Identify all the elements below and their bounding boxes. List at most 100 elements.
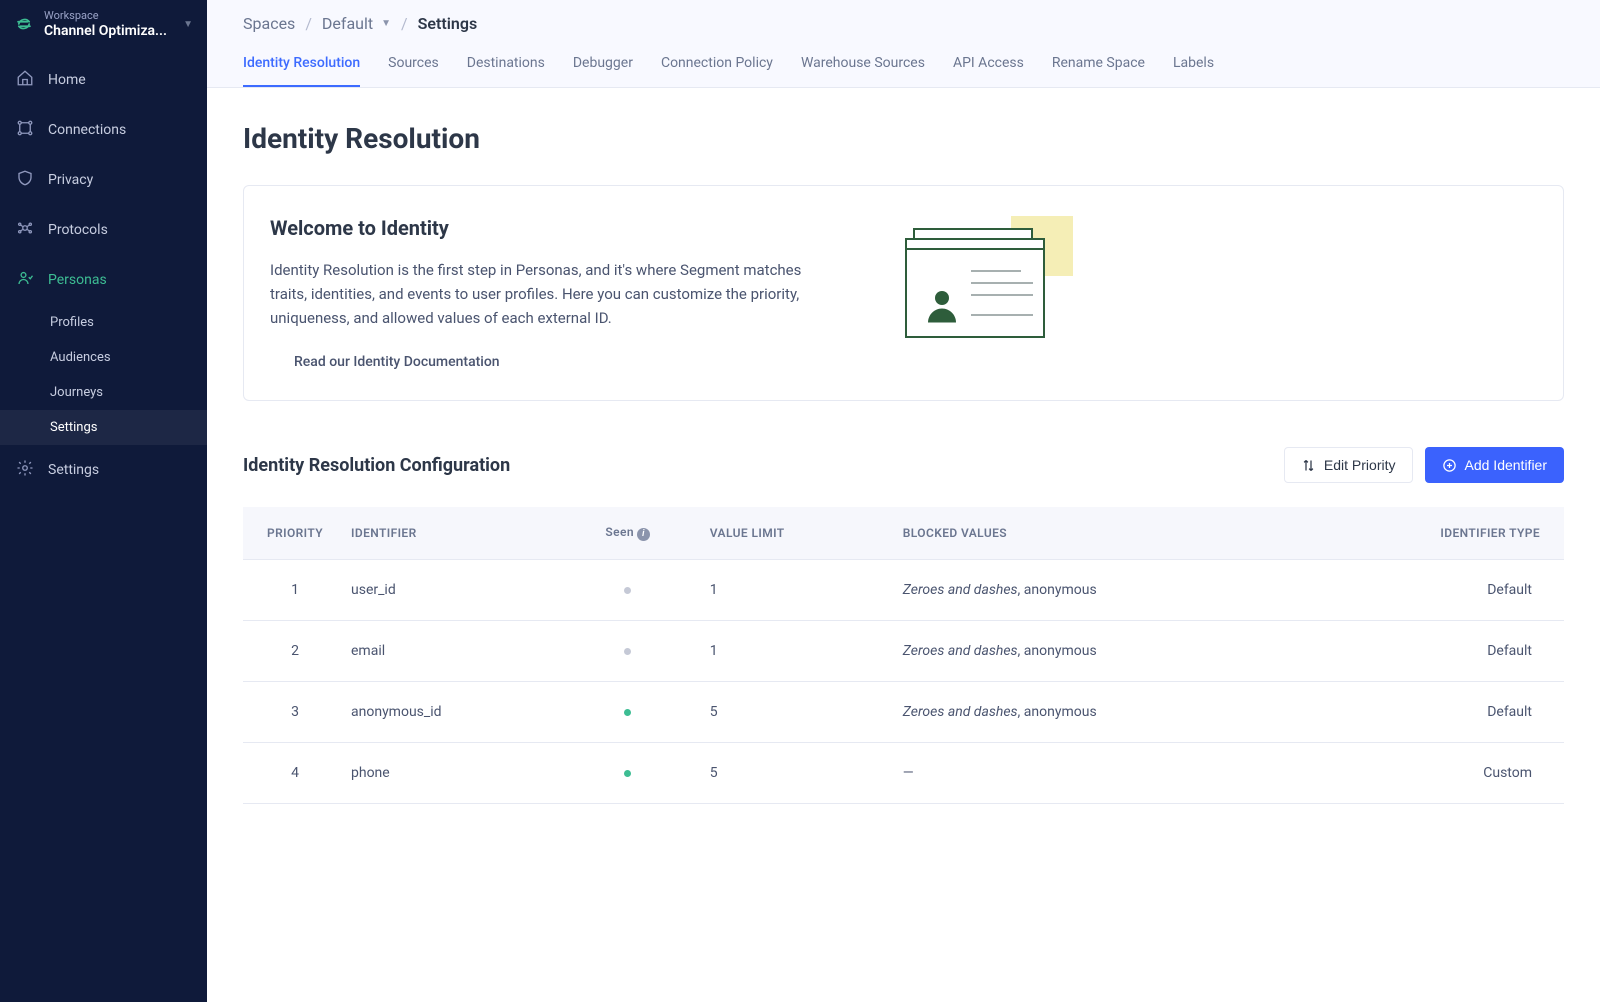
tab-warehouse-sources[interactable]: Warehouse Sources	[801, 55, 925, 87]
sidebar-item-protocols[interactable]: Protocols	[0, 205, 207, 255]
subnav-audiences[interactable]: Audiences	[0, 340, 207, 375]
sidebar-item-privacy[interactable]: Privacy	[0, 155, 207, 205]
chevron-down-icon: ▼	[183, 19, 193, 30]
cell-blocked-values: Zeroes and dashes, anonymous	[889, 559, 1306, 620]
page-title: Identity Resolution	[243, 122, 1564, 155]
cell-identifier: user_id	[337, 559, 560, 620]
cell-seen	[560, 559, 696, 620]
button-label: Add Identifier	[1465, 457, 1548, 473]
tab-connection-policy[interactable]: Connection Policy	[661, 55, 773, 87]
gear-icon	[16, 459, 34, 481]
cell-value-limit: 5	[696, 742, 889, 803]
tab-identity-resolution[interactable]: Identity Resolution	[243, 55, 360, 87]
tabs: Identity Resolution Sources Destinations…	[243, 55, 1564, 87]
cell-priority: 2	[243, 620, 337, 681]
status-dot-seen-icon	[624, 709, 631, 716]
home-icon	[16, 69, 34, 91]
button-label: Edit Priority	[1324, 457, 1396, 473]
sidebar-item-label: Connections	[48, 122, 126, 138]
sidebar-item-label: Settings	[48, 462, 99, 478]
blocked-values-italic: Zeroes and dashes	[903, 704, 1018, 720]
cell-value-limit: 1	[696, 620, 889, 681]
cell-blocked-values: Zeroes and dashes, anonymous	[889, 620, 1306, 681]
content: Identity Resolution Welcome to Identity …	[207, 88, 1600, 1002]
tab-debugger[interactable]: Debugger	[573, 55, 633, 87]
shield-icon	[16, 169, 34, 191]
cell-priority: 3	[243, 681, 337, 742]
tab-label: Connection Policy	[661, 55, 773, 71]
workspace-switcher[interactable]: Workspace Channel Optimiza... ▼	[0, 0, 207, 55]
breadcrumb-separator: /	[401, 14, 408, 33]
th-value-limit: Value Limit	[696, 507, 889, 559]
welcome-body: Identity Resolution is the first step in…	[270, 258, 830, 330]
blocked-values-rest: —	[903, 765, 914, 781]
protocols-icon	[16, 219, 34, 241]
cell-blocked-values: —	[889, 742, 1306, 803]
table-row[interactable]: 4phone 5 — Custom	[243, 742, 1564, 803]
subnav-label: Journeys	[50, 385, 103, 400]
segment-logo-icon	[14, 14, 34, 34]
status-dot-unseen-icon	[624, 648, 631, 655]
th-identifier: Identifier	[337, 507, 560, 559]
cell-priority: 1	[243, 559, 337, 620]
tab-labels[interactable]: Labels	[1173, 55, 1214, 87]
connections-icon	[16, 119, 34, 141]
table-row[interactable]: 2email1Zeroes and dashes, anonymousDefau…	[243, 620, 1564, 681]
sidebar-item-label: Privacy	[48, 172, 93, 188]
identity-doc-link[interactable]: Read our Identity Documentation	[294, 354, 500, 370]
tab-label: Destinations	[467, 55, 545, 71]
blocked-values-rest: , anonymous	[1018, 643, 1097, 659]
cell-identifier: phone	[337, 742, 560, 803]
breadcrumb: Spaces / Default ▼ / Settings	[243, 14, 1564, 33]
tab-sources[interactable]: Sources	[388, 55, 439, 87]
config-header-row: Identity Resolution Configuration Edit P…	[243, 447, 1564, 483]
chevron-down-icon: ▼	[381, 18, 391, 29]
cell-identifier-type: Default	[1305, 681, 1564, 742]
tab-label: Identity Resolution	[243, 55, 360, 71]
sidebar-item-home[interactable]: Home	[0, 55, 207, 105]
tab-label: Labels	[1173, 55, 1214, 71]
sidebar-item-personas[interactable]: Personas	[0, 255, 207, 305]
cell-value-limit: 1	[696, 559, 889, 620]
info-icon[interactable]: i	[637, 528, 650, 541]
blocked-values-rest: , anonymous	[1018, 704, 1097, 720]
tab-rename-space[interactable]: Rename Space	[1052, 55, 1145, 87]
blocked-values-italic: Zeroes and dashes	[903, 643, 1018, 659]
cell-identifier-type: Custom	[1305, 742, 1564, 803]
tab-api-access[interactable]: API Access	[953, 55, 1024, 87]
tab-label: Debugger	[573, 55, 633, 71]
edit-priority-button[interactable]: Edit Priority	[1284, 447, 1413, 483]
sidebar-item-connections[interactable]: Connections	[0, 105, 207, 155]
subnav-label: Settings	[50, 420, 97, 435]
cell-identifier: anonymous_id	[337, 681, 560, 742]
table-header-row: Priority Identifier Seeni Value Limit Bl…	[243, 507, 1564, 559]
cell-seen	[560, 620, 696, 681]
breadcrumb-space[interactable]: Default ▼	[322, 14, 391, 33]
workspace-label: Workspace	[44, 10, 173, 23]
cell-priority: 4	[243, 742, 337, 803]
subnav-settings[interactable]: Settings	[0, 410, 207, 445]
subnav-label: Audiences	[50, 350, 111, 365]
blocked-values-rest: , anonymous	[1018, 582, 1097, 598]
cell-seen	[560, 681, 696, 742]
add-identifier-button[interactable]: Add Identifier	[1425, 447, 1565, 483]
table-row[interactable]: 1user_id1Zeroes and dashes, anonymousDef…	[243, 559, 1564, 620]
table-row[interactable]: 3anonymous_id 5 Zeroes and dashes, anonymo…	[243, 681, 1564, 742]
sidebar-item-settings[interactable]: Settings	[0, 445, 207, 495]
blocked-values-italic: Zeroes and dashes	[903, 582, 1018, 598]
breadcrumb-space-name: Default	[322, 14, 373, 33]
breadcrumb-spaces[interactable]: Spaces	[243, 14, 295, 33]
tab-label: Warehouse Sources	[801, 55, 925, 71]
sort-icon	[1301, 458, 1316, 473]
sidebar-item-label: Personas	[48, 272, 107, 288]
subnav-journeys[interactable]: Journeys	[0, 375, 207, 410]
tab-label: Sources	[388, 55, 439, 71]
status-dot-unseen-icon	[624, 587, 631, 594]
th-seen-label: Seen	[605, 525, 634, 539]
tab-destinations[interactable]: Destinations	[467, 55, 545, 87]
cell-identifier: email	[337, 620, 560, 681]
cell-value-limit: 5	[696, 681, 889, 742]
subnav-profiles[interactable]: Profiles	[0, 305, 207, 340]
sidebar: Workspace Channel Optimiza... ▼ Home Con…	[0, 0, 207, 1002]
cell-identifier-type: Default	[1305, 620, 1564, 681]
